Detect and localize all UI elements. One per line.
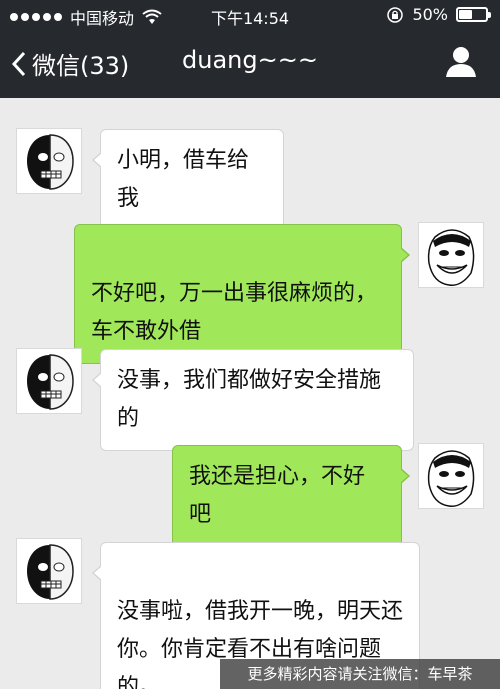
person-icon[interactable]	[444, 44, 478, 78]
message-text-4: 我还是担心，不好吧	[189, 464, 366, 527]
avatar-friend[interactable]	[16, 128, 82, 194]
message-bubble-1: 小明，借车给我	[92, 129, 284, 231]
battery-icon	[456, 7, 491, 22]
nav-bar: 微信(33) duang~~~	[0, 36, 500, 92]
message-text-2: 不好吧，万一出事很麻烦的， 车不敢外借	[91, 281, 378, 344]
troll-face-icon	[419, 444, 483, 508]
battery-percent: 50%	[412, 5, 448, 24]
status-right: 50%	[386, 5, 491, 24]
message-text-1: 小明，借车给我	[117, 148, 250, 211]
status-bar: 中国移动 下午14:54 50%	[0, 0, 500, 30]
rotation-lock-icon	[387, 6, 404, 23]
message-bubble-3: 没事，我们都做好安全措施的	[92, 349, 414, 451]
meme-face-icon	[17, 349, 81, 413]
chat-title: duang~~~	[182, 46, 318, 74]
avatar-self[interactable]	[418, 443, 484, 509]
troll-face-icon	[419, 223, 483, 287]
watermark-caption: 更多精彩内容请关注微信：车早茶	[220, 659, 500, 689]
avatar-friend[interactable]	[16, 348, 82, 414]
meme-face-icon	[17, 539, 81, 603]
avatar-friend[interactable]	[16, 538, 82, 604]
message-text-3: 没事，我们都做好安全措施的	[117, 368, 382, 431]
avatar-self[interactable]	[418, 222, 484, 288]
meme-face-icon	[17, 129, 81, 193]
message-bubble-4: 我还是担心，不好吧	[172, 445, 410, 547]
message-bubble-2: 不好吧，万一出事很麻烦的， 车不敢外借	[74, 224, 410, 364]
header: 中国移动 下午14:54 50% 微信(33) duang~~~	[0, 0, 500, 98]
